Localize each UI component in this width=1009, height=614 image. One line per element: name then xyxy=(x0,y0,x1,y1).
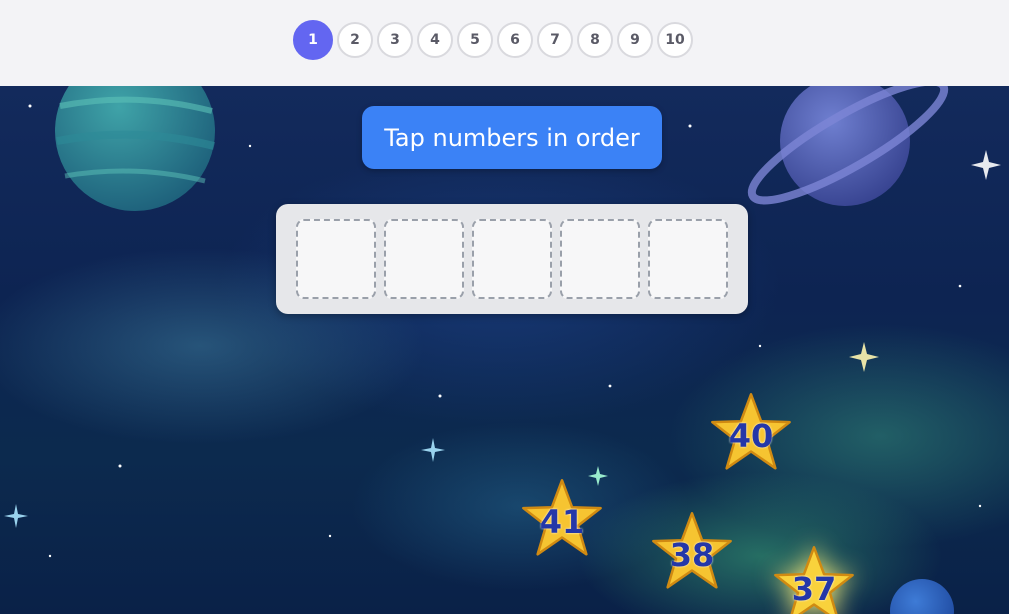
answer-slot-5[interactable] xyxy=(648,219,728,299)
number-star[interactable]: 40 xyxy=(709,391,793,475)
number-star[interactable]: 41 xyxy=(520,477,604,561)
star-number: 38 xyxy=(669,536,715,574)
answer-slot-2[interactable] xyxy=(384,219,464,299)
star-number: 40 xyxy=(728,417,774,455)
space-background: Tap numbers in order 40 41 38 37 xyxy=(0,86,1009,614)
level-button-5[interactable]: 5 xyxy=(457,22,493,58)
level-bar: 1 2 3 4 5 6 7 8 9 10 xyxy=(0,0,1009,86)
level-button-4[interactable]: 4 xyxy=(417,22,453,58)
blue-planet xyxy=(890,579,954,614)
answer-slot-3[interactable] xyxy=(472,219,552,299)
level-button-1[interactable]: 1 xyxy=(293,20,333,60)
teal-planet xyxy=(55,86,215,211)
level-button-2[interactable]: 2 xyxy=(337,22,373,58)
level-button-3[interactable]: 3 xyxy=(377,22,413,58)
level-button-10[interactable]: 10 xyxy=(657,22,693,58)
answer-tray xyxy=(276,204,748,314)
number-star[interactable]: 38 xyxy=(650,510,734,594)
ringed-planet xyxy=(747,86,949,206)
level-button-7[interactable]: 7 xyxy=(537,22,573,58)
answer-slot-4[interactable] xyxy=(560,219,640,299)
level-button-8[interactable]: 8 xyxy=(577,22,613,58)
level-button-9[interactable]: 9 xyxy=(617,22,653,58)
level-button-6[interactable]: 6 xyxy=(497,22,533,58)
level-selector: 1 2 3 4 5 6 7 8 9 10 xyxy=(293,20,693,60)
star-number: 37 xyxy=(791,570,837,608)
instruction-banner: Tap numbers in order xyxy=(362,106,662,169)
star-number: 41 xyxy=(539,503,585,541)
answer-slot-1[interactable] xyxy=(296,219,376,299)
number-star-highlighted[interactable]: 37 xyxy=(772,544,856,614)
